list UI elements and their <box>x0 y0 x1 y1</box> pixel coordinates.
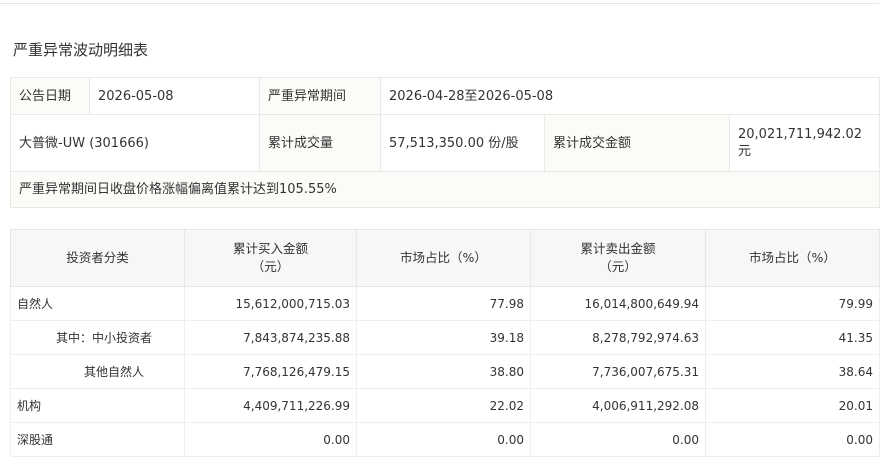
header-buy-share: 市场占比（%） <box>356 229 531 287</box>
row-category: 深股通 <box>10 422 185 457</box>
row-buy-amount: 15,612,000,715.03 <box>184 286 357 321</box>
volume-label: 累计成交量 <box>259 114 381 172</box>
row-sell-amount: 0.00 <box>530 422 706 457</box>
section-title: 严重异常波动明细表 <box>13 41 149 59</box>
row-sell-share: 79.99 <box>705 286 880 321</box>
announce-date-label: 公告日期 <box>10 77 90 115</box>
row-category: 自然人 <box>10 286 185 321</box>
table-row: 其中：中小投资者 7,843,874,235.88 39.18 8,278,79… <box>10 320 880 355</box>
row-buy-share: 38.80 <box>356 354 531 389</box>
amount-label: 累计成交金额 <box>544 114 730 172</box>
row-buy-amount: 4,409,711,226.99 <box>184 388 357 423</box>
table-row: 机构 4,409,711,226.99 22.02 4,006,911,292.… <box>10 388 880 423</box>
row-buy-share: 39.18 <box>356 320 531 355</box>
trade-header-row: 投资者分类 累计买入金额 （元） 市场占比（%） 累计卖出金额 （元） 市场占比… <box>10 229 880 287</box>
row-buy-amount: 7,843,874,235.88 <box>184 320 357 355</box>
trade-table: 投资者分类 累计买入金额 （元） 市场占比（%） 累计卖出金额 （元） 市场占比… <box>10 229 880 457</box>
announce-date-value: 2026-05-08 <box>89 77 260 115</box>
header-buy-amount: 累计买入金额 （元） <box>184 229 357 287</box>
row-category: 其中：中小投资者 <box>10 320 185 355</box>
page: 严重异常波动明细表 公告日期 2026-05-08 严重异常期间 2026-04… <box>0 0 883 458</box>
row-buy-share: 77.98 <box>356 286 531 321</box>
row-sell-amount: 16,014,800,649.94 <box>530 286 706 321</box>
volume-value: 57,513,350.00 份/股 <box>380 114 545 172</box>
row-buy-amount: 7,768,126,479.15 <box>184 354 357 389</box>
info-row-summary: 严重异常期间日收盘价格涨幅偏离值累计达到105.55% <box>9 171 881 208</box>
info-row-volume: 大普微-UW (301666) 累计成交量 57,513,350.00 份/股 … <box>10 114 881 172</box>
row-sell-share: 20.01 <box>705 388 880 423</box>
row-buy-share: 0.00 <box>356 422 531 457</box>
row-category: 其他自然人 <box>10 354 185 389</box>
info-table: 公告日期 2026-05-08 严重异常期间 2026-04-28至2026-0… <box>9 77 881 208</box>
header-category: 投资者分类 <box>10 229 185 287</box>
header-sell-share: 市场占比（%） <box>705 229 880 287</box>
row-sell-amount: 8,278,792,974.63 <box>530 320 706 355</box>
top-divider <box>0 3 879 4</box>
row-sell-share: 0.00 <box>705 422 880 457</box>
row-sell-amount: 7,736,007,675.31 <box>530 354 706 389</box>
summary-text: 严重异常期间日收盘价格涨幅偏离值累计达到105.55% <box>9 171 881 208</box>
amount-value: 20,021,711,942.02 元 <box>728 114 881 172</box>
stock-name: 大普微-UW (301666) <box>10 114 260 172</box>
table-row: 其他自然人 7,768,126,479.15 38.80 7,736,007,6… <box>10 354 880 389</box>
period-label: 严重异常期间 <box>259 77 381 115</box>
row-buy-share: 22.02 <box>356 388 531 423</box>
period-value: 2026-04-28至2026-05-08 <box>379 77 881 115</box>
table-row: 自然人 15,612,000,715.03 77.98 16,014,800,6… <box>10 286 880 321</box>
row-sell-amount: 4,006,911,292.08 <box>530 388 706 423</box>
info-row-date-period: 公告日期 2026-05-08 严重异常期间 2026-04-28至2026-0… <box>10 77 881 115</box>
row-buy-amount: 0.00 <box>184 422 357 457</box>
row-category: 机构 <box>10 388 185 423</box>
row-sell-share: 41.35 <box>705 320 880 355</box>
table-row: 深股通 0.00 0.00 0.00 0.00 <box>10 422 880 457</box>
header-sell-amount: 累计卖出金额 （元） <box>530 229 706 287</box>
row-sell-share: 38.64 <box>705 354 880 389</box>
